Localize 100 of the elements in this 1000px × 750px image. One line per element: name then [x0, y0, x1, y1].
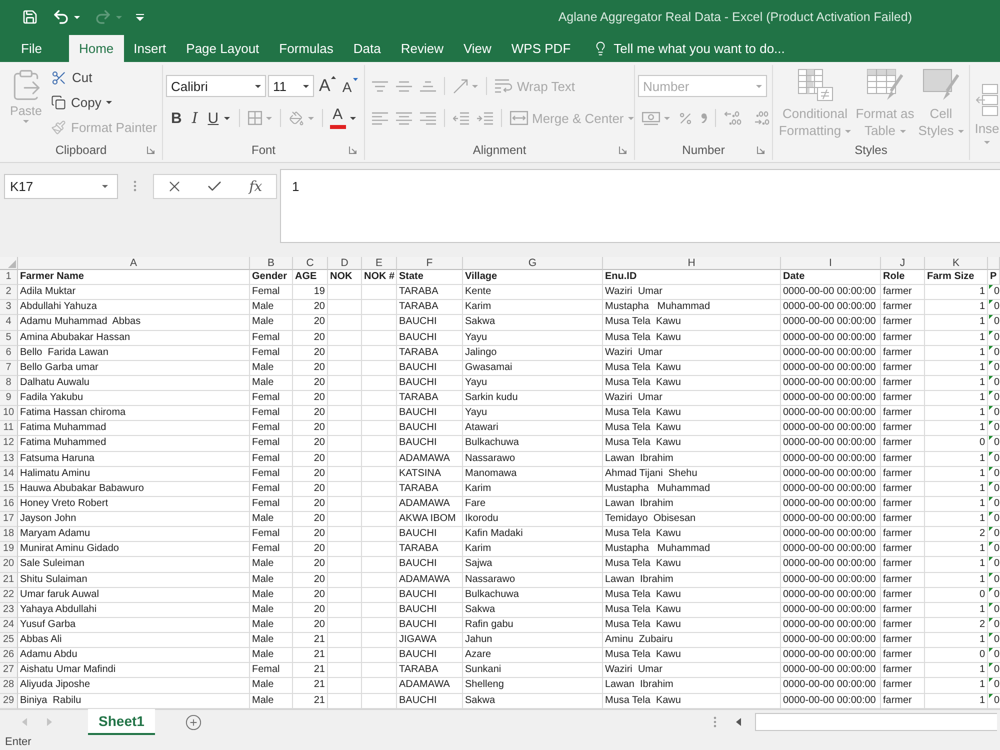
row-header[interactable]: 28 — [0, 678, 18, 694]
column-header[interactable]: H — [603, 257, 781, 270]
row-header[interactable]: 15 — [0, 482, 18, 497]
row-header[interactable]: 5 — [0, 330, 18, 346]
table-cell: Shelleng — [463, 678, 603, 694]
row-header[interactable]: 20 — [0, 557, 18, 572]
copy-button[interactable]: Copy — [49, 90, 159, 115]
column-header[interactable]: A — [18, 257, 250, 270]
sheet-tab[interactable]: Sheet1 — [88, 708, 155, 735]
row-header[interactable]: 25 — [0, 633, 18, 648]
row-header[interactable]: 29 — [0, 694, 18, 709]
row-header[interactable]: 17 — [0, 512, 18, 528]
column-header[interactable] — [988, 257, 1000, 270]
table-cell: farmer — [881, 618, 925, 633]
header-cell: Gender — [250, 270, 293, 286]
row-header[interactable]: 8 — [0, 376, 18, 391]
empty-cell — [362, 346, 397, 361]
font-name-field[interactable]: Calibri — [166, 75, 266, 97]
insert-function-button[interactable]: fx — [247, 178, 264, 194]
undo-icon[interactable] — [52, 8, 70, 26]
row-header[interactable]: 1 — [0, 270, 18, 286]
row-header[interactable]: 11 — [0, 421, 18, 436]
table-cell: 0000-00-00 00:00:00 — [781, 360, 881, 376]
add-sheet-icon[interactable] — [185, 714, 202, 731]
row-header[interactable]: 6 — [0, 346, 18, 361]
caret-icon — [472, 84, 478, 88]
ribbon-tab[interactable]: Review — [390, 35, 454, 62]
row-header[interactable]: 2 — [0, 285, 18, 300]
table-cell: 19 — [293, 285, 328, 300]
ribbon-tab[interactable]: Formulas — [269, 35, 344, 62]
row-header[interactable]: 16 — [0, 496, 18, 512]
column-header[interactable]: K — [925, 257, 988, 270]
table-cell: TARABA — [397, 663, 463, 678]
table-cell: BAUCHI — [397, 648, 463, 664]
caret-icon — [664, 116, 670, 120]
row-header[interactable]: 19 — [0, 542, 18, 558]
dialog-launcher-icon[interactable] — [619, 146, 627, 154]
cut-button[interactable]: Cut — [49, 65, 159, 90]
select-all-button[interactable] — [0, 257, 18, 270]
column-header[interactable]: D — [328, 257, 362, 270]
ribbon-tab[interactable]: WPS PDF — [501, 35, 581, 62]
formula-field[interactable]: 1 — [280, 169, 1000, 243]
italic-button[interactable]: I — [186, 107, 203, 129]
ribbon-tab[interactable]: File — [11, 35, 52, 62]
table-cell: BAUCHI — [397, 557, 463, 572]
bold-button[interactable]: B — [166, 107, 187, 129]
underline-button[interactable]: U — [202, 107, 235, 129]
row-header[interactable]: 14 — [0, 466, 18, 482]
previous-sheet-icon[interactable] — [22, 718, 27, 726]
empty-cell — [328, 588, 362, 603]
ribbon-tab[interactable]: Page Layout — [176, 35, 270, 62]
table-cell: farmer — [881, 633, 925, 648]
name-box[interactable]: K17 — [4, 174, 118, 199]
font-color-button[interactable]: A — [326, 106, 359, 130]
ribbon-tab[interactable]: View — [453, 35, 502, 62]
table-cell: Musa Tela Kawu — [603, 330, 781, 346]
shrink-font-button[interactable]: A — [339, 75, 361, 97]
font-size-field[interactable]: 11 — [268, 75, 314, 97]
row-header[interactable]: 4 — [0, 315, 18, 330]
ribbon-tab[interactable]: Insert — [124, 35, 176, 62]
row-header[interactable]: 21 — [0, 572, 18, 588]
group-label: Clipboard — [55, 143, 107, 157]
row-header[interactable]: 18 — [0, 527, 18, 542]
row-header[interactable]: 10 — [0, 406, 18, 422]
table-cell: Male — [250, 678, 293, 694]
column-header[interactable]: F — [397, 257, 463, 270]
column-header[interactable]: C — [293, 257, 328, 270]
table-cell: Male — [250, 300, 293, 316]
row-header[interactable]: 26 — [0, 648, 18, 664]
row-header[interactable]: 22 — [0, 588, 18, 603]
column-header[interactable]: B — [250, 257, 293, 270]
ribbon-tab[interactable]: Data — [343, 35, 391, 62]
customize-icon[interactable] — [136, 14, 144, 20]
next-sheet-icon[interactable] — [47, 718, 52, 726]
column-header[interactable]: E — [362, 257, 397, 270]
dialog-launcher-icon[interactable] — [147, 146, 155, 154]
row-header[interactable]: 9 — [0, 391, 18, 406]
row-header[interactable]: 7 — [0, 360, 18, 376]
caret-icon — [756, 84, 762, 88]
tell-me-box[interactable]: Tell me what you want to do... — [592, 35, 785, 62]
table-cell: 0 — [993, 588, 1000, 602]
row-header[interactable]: 24 — [0, 618, 18, 633]
table-cell: Femal — [250, 542, 293, 558]
row-header[interactable]: 23 — [0, 602, 18, 618]
save-icon[interactable] — [22, 9, 38, 25]
grow-font-button[interactable]: A — [316, 75, 340, 97]
column-header[interactable]: G — [463, 257, 603, 270]
dialog-launcher-icon[interactable] — [349, 146, 357, 154]
empty-cell — [362, 285, 397, 300]
horizontal-scrollbar[interactable] — [755, 713, 997, 732]
row-header[interactable]: 12 — [0, 436, 18, 452]
scroll-left-icon[interactable] — [736, 718, 741, 726]
dialog-launcher-icon[interactable] — [757, 146, 765, 154]
row-header[interactable]: 27 — [0, 663, 18, 678]
empty-cell — [362, 633, 397, 648]
row-header[interactable]: 3 — [0, 300, 18, 316]
ribbon-tab[interactable]: Home — [68, 35, 124, 62]
column-header[interactable]: J — [881, 257, 925, 270]
row-header[interactable]: 13 — [0, 452, 18, 467]
column-header[interactable]: I — [781, 257, 881, 270]
